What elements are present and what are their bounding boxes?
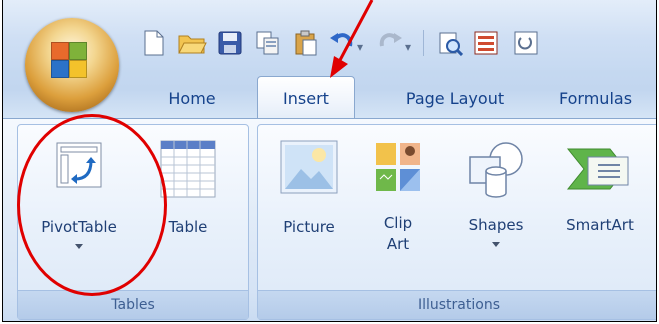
tab-page-layout[interactable]: Page Layout <box>387 78 523 118</box>
tab-home[interactable]: Home <box>147 78 237 118</box>
shapes-label: Shapes <box>468 216 524 234</box>
clip-art-button[interactable]: Clip Art <box>368 139 428 255</box>
undo-dropdown-icon[interactable]: ▾ <box>357 40 363 54</box>
clip-art-icon <box>372 139 424 201</box>
clip-art-label-line2: Art <box>386 235 410 253</box>
tab-insert-label: Insert <box>283 88 329 108</box>
redo-dropdown-icon[interactable]: ▾ <box>405 40 411 54</box>
picture-label: Picture <box>283 218 335 236</box>
picture-icon <box>279 139 339 199</box>
annotation-circle <box>17 114 167 296</box>
smartart-button[interactable]: SmartArt <box>552 139 648 236</box>
smartart-label: SmartArt <box>566 216 634 234</box>
paste-icon[interactable] <box>289 26 323 60</box>
form-icon[interactable] <box>469 26 503 60</box>
save-icon[interactable] <box>213 26 247 60</box>
shapes-dropdown-icon[interactable] <box>492 242 500 247</box>
picture-button[interactable]: Picture <box>268 139 350 238</box>
quick-access-toolbar: ▾ ▾ <box>3 0 656 112</box>
group-illustrations-label: Illustrations <box>258 290 656 319</box>
print-preview-icon[interactable] <box>433 26 467 60</box>
office-button[interactable] <box>25 18 119 112</box>
tab-page-layout-label: Page Layout <box>405 88 505 108</box>
shapes-icon <box>466 139 526 203</box>
redo-icon[interactable] <box>373 26 407 60</box>
group-illustrations: Picture Clip Art Shapes SmartArt Illustr… <box>257 124 656 320</box>
tab-home-label: Home <box>168 88 216 108</box>
clip-art-label-line1: Clip <box>383 214 413 232</box>
qat-separator <box>423 30 424 56</box>
toolbar-overflow-icon[interactable] <box>509 26 543 60</box>
table-icon <box>159 139 217 205</box>
tab-formulas-label: Formulas <box>559 88 633 108</box>
smartart-icon <box>566 139 634 203</box>
shapes-button[interactable]: Shapes <box>458 139 534 247</box>
tab-formulas[interactable]: Formulas <box>559 78 656 118</box>
group-tables-label: Tables <box>18 290 248 319</box>
new-document-icon[interactable] <box>137 26 171 60</box>
open-folder-icon[interactable] <box>175 26 209 60</box>
office-logo-icon <box>49 40 95 86</box>
undo-icon[interactable] <box>325 26 359 60</box>
excel-ribbon: ▾ ▾ Home Insert Page Layout Formulas Piv… <box>2 0 657 322</box>
copy-icon[interactable] <box>251 26 285 60</box>
tab-insert[interactable]: Insert <box>257 76 355 119</box>
table-label: Table <box>168 218 208 236</box>
